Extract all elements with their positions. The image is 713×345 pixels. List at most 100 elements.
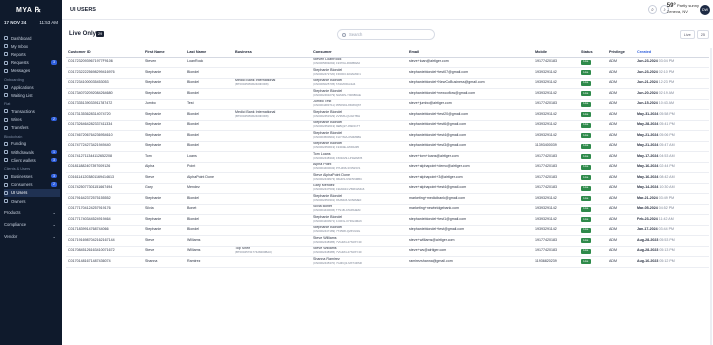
status-badge: Live xyxy=(581,133,591,139)
table-header-row: Customer ID First Name Last Name Business Co… xyxy=(66,48,709,58)
status-cell: Live xyxy=(579,246,607,257)
sidebar-item-ui-users[interactable]: UI Users xyxy=(4,188,60,197)
sidebar-item-transfers[interactable]: Transfers xyxy=(4,124,60,132)
consumer-cell: Shanna Ramirez (CN0002445370) 7G0KQ2-MX74… xyxy=(311,256,407,268)
table-row[interactable]: C01791642372575155552 Stephanie Blondel Ste… xyxy=(66,193,709,205)
table-row[interactable]: C0172320939671977F9106 Steven LoanRock Stev… xyxy=(66,57,709,68)
first-name: Silvia xyxy=(145,206,154,211)
sidebar-item-reports[interactable]: Reports xyxy=(4,50,60,58)
status-badge: Live xyxy=(581,101,591,107)
mobile: 19393291142 xyxy=(535,132,557,137)
table-row[interactable]: C0170845126163410071672 Steve Williams Top … xyxy=(66,246,709,257)
email-cell: stephanieblondel+test20@gmail.com xyxy=(407,109,533,121)
table-row[interactable]: C017335139033911787472 Jumbo Test Jumbo Tes… xyxy=(66,99,709,110)
status-cell: Live xyxy=(579,57,607,68)
email-cell: steve+tom+loans@airtiger.com xyxy=(407,151,533,163)
column-header-created[interactable]: Created xyxy=(635,48,709,58)
avatar[interactable]: DW xyxy=(700,5,710,15)
table-row[interactable]: C01731353628314074720 Stephanie Blondel Med… xyxy=(66,109,709,121)
sidebar-group-compliance[interactable]: Compliance ⌄ xyxy=(4,220,60,229)
status-cell: Live xyxy=(579,109,607,121)
table-row[interactable]: C01701481671487436074 Shanna Ramirez Shanna… xyxy=(66,256,709,268)
email-cell: stephanieblondel+test1@gmail.com xyxy=(407,214,533,226)
last-name-cell: Loans xyxy=(185,151,233,163)
customer-id: C017335139033911787472 xyxy=(68,101,113,106)
first-name-cell: Stephanie xyxy=(143,78,185,89)
sidebar-item-client-wallets[interactable]: Client wallets 3 xyxy=(4,156,60,164)
table-row[interactable]: C0172341000035453053 Stephanie Blondel Medi… xyxy=(66,78,709,89)
sidebar-group-products[interactable]: Products ⌄ xyxy=(4,208,60,217)
customer-id: C0172320939671977F9106 xyxy=(68,59,113,64)
table-row[interactable]: C01771704124257919176 Silvia Bonet Silvia B… xyxy=(66,204,709,215)
status-badge: Live xyxy=(581,164,591,170)
sidebar-item-messages[interactable]: Messages xyxy=(4,67,60,75)
table-row[interactable]: C0171839914768744066 Stephanie Blondel Step… xyxy=(66,225,709,236)
sidebar-item-label: Client wallets xyxy=(11,157,36,163)
sidebar-item-transactions[interactable]: Transactions xyxy=(4,107,60,115)
status-badge: Live xyxy=(581,91,591,97)
email-cell: stephanieblondel+test4@gmail.com xyxy=(407,130,533,142)
sidebar-group-vendor[interactable]: Vendor ⌄ xyxy=(4,232,60,241)
mobile: 19393291142 xyxy=(535,206,557,211)
per-page-dropdown[interactable]: 25 xyxy=(696,30,709,39)
sidebar-item-withdrawals[interactable]: Withdrawals 1 xyxy=(4,148,60,156)
sidebar-item-consumers[interactable]: Consumers 2 xyxy=(4,181,60,189)
table-row[interactable]: C01747724273421949440 Stephanie Blondel Ste… xyxy=(66,141,709,152)
sidebar-item-applications[interactable]: Applications xyxy=(4,83,60,91)
table-row[interactable]: C01811882407397009126 Alpha Point Alpha Poi… xyxy=(66,162,709,173)
column-header-first-name[interactable]: First Name xyxy=(143,48,185,58)
status-cell: Live xyxy=(579,67,607,79)
column-header-status[interactable]: Status xyxy=(579,48,607,58)
sidebar-item-owners[interactable]: Owners xyxy=(4,197,60,205)
search-icon[interactable]: ⌕ xyxy=(648,5,657,14)
sidebar-item-businesses[interactable]: Businesses 3 xyxy=(4,172,60,180)
live-filter-dropdown[interactable]: Live xyxy=(679,30,695,39)
table-row[interactable]: C017340702092084264680 Stephanie Blondel St… xyxy=(66,88,709,100)
table-row[interactable]: C0161141203801169414613 Steve AlphaPoint D… xyxy=(66,172,709,184)
search-input[interactable]: Search xyxy=(337,29,435,40)
consumer-id: (CN0002450301) 9SJMG5-S0S0MEF xyxy=(313,197,362,202)
last-name: Blondel xyxy=(187,80,199,85)
sidebar-item-funding[interactable]: Funding xyxy=(4,140,60,148)
first-name: Steven xyxy=(145,59,157,64)
table-row[interactable]: C017412711344112652208 Tom Loans Tom Loans(… xyxy=(66,151,709,163)
created-date: Aug-16-2023 xyxy=(637,258,659,263)
column-header-privilege[interactable]: Privilege xyxy=(607,48,635,58)
consumer-cell: Stephanie Blondel (CN0004400971) 1C0FG-0Y… xyxy=(311,214,407,226)
email-cell: steve+alphapoint+3@airtiger.com xyxy=(407,172,533,184)
table-row[interactable]: C017326464282337411334 Stephanie Blondel St… xyxy=(66,120,709,131)
table-row[interactable]: C017467206764236954610 Stephanie Blondel St… xyxy=(66,130,709,142)
column-header-business[interactable]: Business xyxy=(233,48,311,58)
customer-id-cell: C01771740344524919464 xyxy=(66,214,143,226)
sidebar-item-waiting-list[interactable]: Waiting List xyxy=(4,91,60,99)
last-name-cell: Blondel xyxy=(185,109,233,121)
sidebar-item-wires[interactable]: Wires 2 xyxy=(4,116,60,124)
table-row[interactable]: C01771740344524919464 Stephanie Blondel Ste… xyxy=(66,214,709,226)
created-date: Jun-15-2024 xyxy=(637,101,658,106)
column-header-customer-id[interactable]: Customer ID xyxy=(66,48,143,58)
scrollbar[interactable] xyxy=(710,48,712,345)
sidebar-item-requests[interactable]: Requests 3 xyxy=(4,59,60,67)
customer-id-cell: C0172322225698299416976 xyxy=(66,67,143,79)
table-row[interactable]: C0172322225698299416976 Stephanie Blondel S… xyxy=(66,67,709,79)
column-header-last-name[interactable]: Last Name xyxy=(185,48,233,58)
last-name-cell: Williams xyxy=(185,246,233,257)
sidebar-item-my-inbox[interactable]: My Inbox xyxy=(4,42,60,50)
privilege: ADM xyxy=(609,258,617,263)
column-header-consumer[interactable]: Consumer xyxy=(311,48,407,58)
column-header-mobile[interactable]: Mobile xyxy=(533,48,579,58)
waiting-list-icon xyxy=(4,93,8,98)
sidebar-item-label: Transactions xyxy=(11,108,35,114)
first-name-cell: Steven xyxy=(143,57,185,68)
table-row[interactable]: C0171916987042162167144 Steve Williams Stev… xyxy=(66,235,709,247)
privilege-cell: ADM xyxy=(607,78,635,89)
table-row[interactable]: C017425077301151667494 Gary Mendez Gary Men… xyxy=(66,183,709,194)
created-time: 05:06 PM xyxy=(659,132,675,137)
last-name: Blondel xyxy=(187,216,199,221)
sidebar-item-dashboard[interactable]: Dashboard xyxy=(4,34,60,42)
email: steve+alphapoint+test4@gmail.com xyxy=(409,185,467,190)
consumer-cell: Tom Loans (CN0002448304) 1503229-LP1E82D5 xyxy=(311,151,407,163)
column-header-email[interactable]: Email xyxy=(407,48,533,58)
created-cell: Jun-23-2024 03:04 PM xyxy=(635,57,709,68)
mobile: 19393291142 xyxy=(535,122,557,127)
